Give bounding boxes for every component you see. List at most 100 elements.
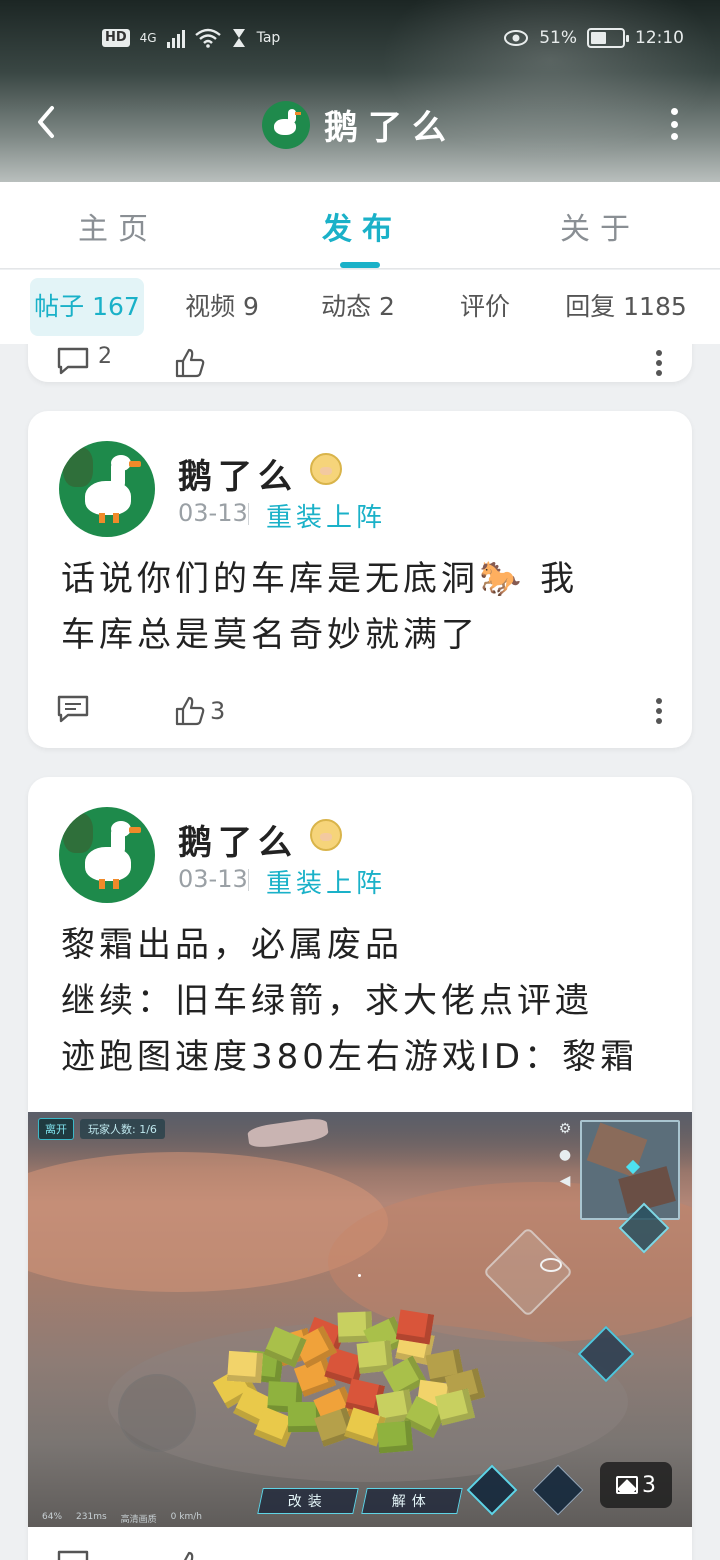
battery-percent: 51%: [539, 28, 577, 48]
hourglass-icon: [232, 29, 245, 47]
post-text-line: 黎霜出品，必属废品: [61, 925, 403, 965]
subtab-replies[interactable]: 回复 1185: [558, 278, 694, 336]
divider: [248, 503, 249, 525]
game-disassemble-label: 解体: [391, 1494, 432, 1510]
game-minimap: [580, 1120, 680, 1220]
post-image[interactable]: 离开 玩家人数: 1/6 ⚙ ● ◀ 改装 解体 64% 231ms 高清画质 …: [28, 1112, 692, 1527]
title-wrap: 鹅了么: [262, 100, 456, 149]
back-button[interactable]: [26, 104, 66, 144]
subtab-posts[interactable]: 帖子 167: [30, 278, 144, 336]
post-card[interactable]: 鹅了么 03-13 重装上阵 黎霜出品，必属废品 继续：旧车绿箭，求大佬点评遗 …: [28, 777, 692, 1560]
subtab-reviews[interactable]: 评价: [440, 278, 530, 336]
game-speed: 0 km/h: [170, 1512, 202, 1522]
game-hud-bottom: 改装 解体 64% 231ms 高清画质 0 km/h: [28, 1464, 692, 1525]
divider: [248, 869, 249, 891]
eye-icon: [504, 30, 529, 46]
tab-publish[interactable]: 发布: [302, 204, 422, 248]
game-battery: 64%: [42, 1512, 63, 1522]
app-label: Tap: [256, 30, 281, 46]
like-button[interactable]: [174, 346, 206, 380]
game-leave-label: 离开: [38, 1118, 74, 1140]
eye-icon: [540, 1258, 562, 1272]
tab-home[interactable]: 主页: [58, 204, 178, 248]
main-tabs: 主页 发布 关于: [0, 182, 720, 269]
thumbs-up-icon: [175, 696, 205, 726]
network-label: 4G: [139, 31, 157, 45]
game-side-icons: ⚙ ● ◀: [556, 1120, 574, 1190]
tab-indicator: [340, 262, 380, 268]
author-badge-icon: [310, 453, 342, 485]
game-modify-label: 改装: [287, 1494, 328, 1510]
post-text[interactable]: 黎霜出品，必属废品 继续：旧车绿箭，求大佬点评遗 迹跑图速度380左右游戏ID：…: [61, 917, 661, 1085]
game-modify-button: 改装: [257, 1488, 359, 1514]
post-text[interactable]: 话说你们的车库是无底洞🐎 我 车库总是莫名奇妙就满了: [61, 551, 661, 663]
game-tool-icon: [532, 1464, 584, 1516]
author-badge-icon: [310, 819, 342, 851]
game-disassemble-button: 解体: [361, 1488, 463, 1514]
game-tag[interactable]: 重装上阵: [266, 497, 386, 534]
like-button[interactable]: [174, 1549, 206, 1560]
post-date: 03-13: [178, 499, 248, 527]
chevron-left-icon: [38, 106, 54, 138]
more-options-button[interactable]: [664, 104, 684, 144]
comment-icon[interactable]: [56, 694, 90, 724]
thumbs-up-icon: [175, 348, 205, 378]
game-tag[interactable]: 重装上阵: [266, 863, 386, 900]
page-title: 鹅了么: [324, 108, 456, 148]
image-count: 3: [642, 1472, 656, 1498]
post-text-line: 车库总是莫名奇妙就满了: [61, 615, 479, 655]
game-hud-topleft: 离开 玩家人数: 1/6: [38, 1118, 165, 1140]
vehicle-block: [434, 1388, 476, 1426]
comment-icon[interactable]: [56, 346, 90, 376]
comment-icon[interactable]: [56, 1549, 90, 1560]
title-row: 鹅了么: [0, 96, 720, 154]
image-icon: [616, 1476, 638, 1494]
post-text-line: 迹跑图速度380左右游戏ID：黎霜: [61, 1037, 639, 1077]
speaker-icon: ◀: [559, 1173, 571, 1189]
vehicle-block: [395, 1309, 435, 1345]
author-avatar[interactable]: [59, 441, 155, 537]
author-avatar[interactable]: [59, 807, 155, 903]
post-text-line: 话说你们的车库是无底洞🐎 我: [61, 559, 579, 599]
post-feed[interactable]: 2 鹅了么 03-13 重装上阵 话说你们的车库是无底洞🐎 我 车库总是莫名奇妙…: [0, 344, 720, 1560]
like-count: 3: [210, 697, 226, 725]
game-ping: 231ms: [76, 1512, 107, 1522]
post-text-line: 继续：旧车绿箭，求大佬点评遗: [61, 981, 593, 1021]
thumbs-up-icon: [183, 1551, 194, 1560]
like-button[interactable]: 3: [174, 694, 225, 728]
image-count-badge[interactable]: 3: [600, 1462, 672, 1508]
tab-about[interactable]: 关于: [540, 204, 660, 248]
post-card[interactable]: 鹅了么 03-13 重装上阵 话说你们的车库是无底洞🐎 我 车库总是莫名奇妙就满…: [28, 411, 692, 748]
clock: 12:10: [635, 28, 684, 48]
game-status-bar: 64% 231ms 高清画质 0 km/h: [42, 1512, 202, 1525]
status-right: 51% 12:10: [503, 28, 684, 48]
status-left: HD 4G Tap: [102, 28, 280, 48]
app-header: HD 4G Tap 51% 12:10 鹅了么: [0, 0, 720, 182]
post-more-button[interactable]: [656, 698, 664, 724]
author-name[interactable]: 鹅了么: [178, 449, 298, 498]
game-joystick: [118, 1374, 196, 1452]
post-card[interactable]: 2: [28, 344, 692, 382]
game-players-label: 玩家人数: 1/6: [80, 1119, 165, 1139]
subtab-videos[interactable]: 视频 9: [170, 278, 274, 336]
game-quality: 高清画质: [120, 1515, 157, 1525]
hd-badge: HD: [102, 29, 130, 47]
sub-tabs: 帖子 167 视频 9 动态 2 评价 回复 1185: [0, 270, 720, 344]
signal-icon: [166, 28, 185, 48]
wifi-icon: [194, 28, 221, 48]
post-date: 03-13: [178, 865, 248, 893]
mic-icon: ●: [558, 1147, 572, 1163]
avatar: [262, 100, 310, 149]
author-name[interactable]: 鹅了么: [178, 815, 298, 864]
battery-icon: [587, 28, 629, 48]
more-vertical-icon: [670, 108, 678, 115]
comment-count: 2: [98, 344, 112, 369]
post-more-button[interactable]: [656, 350, 664, 376]
vehicle-model: [198, 1292, 488, 1454]
status-bar: HD 4G Tap 51% 12:10: [0, 22, 720, 62]
battery-fill: [591, 32, 606, 44]
vehicle-block: [376, 1420, 414, 1454]
gear-icon: ⚙: [558, 1121, 572, 1137]
vehicle-block: [226, 1350, 264, 1384]
subtab-activity[interactable]: 动态 2: [306, 278, 410, 336]
